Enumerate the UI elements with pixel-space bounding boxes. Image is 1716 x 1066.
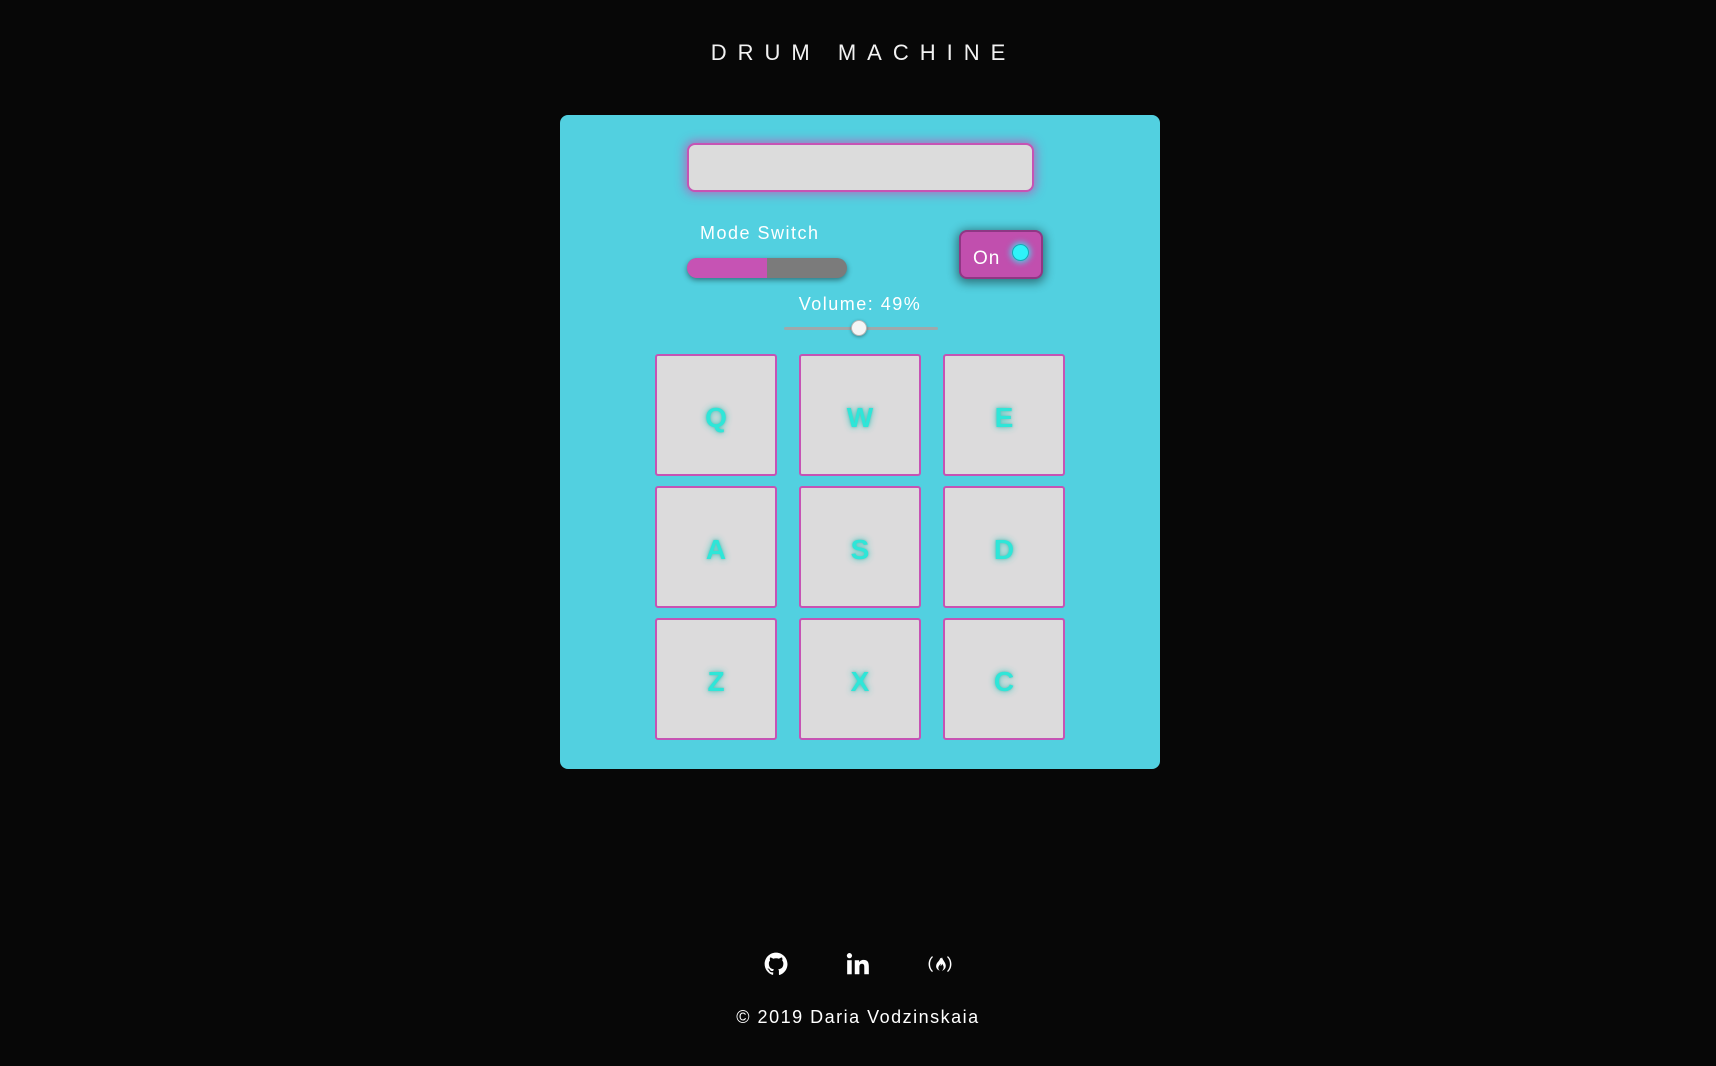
drum-pad-key: D <box>993 534 1015 565</box>
mode-switch-label: Mode Switch <box>700 223 820 243</box>
drum-pad-c[interactable]: C <box>943 618 1065 740</box>
power-label: On <box>973 248 1001 269</box>
github-icon <box>764 952 788 975</box>
drum-pad-key: A <box>705 534 727 565</box>
page: DRUM MACHINE Mode Switch On Volume: 49% … <box>0 0 1716 1066</box>
drum-pad-x[interactable]: X <box>799 618 921 740</box>
power-led-icon <box>1012 244 1029 261</box>
drum-pad-key: C <box>993 666 1015 697</box>
drum-pad-d[interactable]: D <box>943 486 1065 608</box>
app-title: DRUM MACHINE <box>710 40 1017 65</box>
drum-machine-panel: Mode Switch On Volume: 49% Q W E A S D Z… <box>560 115 1160 769</box>
power-button[interactable]: On <box>959 230 1043 279</box>
linkedin-link[interactable] <box>844 950 872 978</box>
volume-thumb[interactable] <box>851 320 868 336</box>
drum-pad-key: W <box>846 402 874 433</box>
drum-pad-z[interactable]: Z <box>655 618 777 740</box>
social-links <box>0 950 1716 978</box>
mode-switch-fill <box>687 258 767 278</box>
drum-pad-key: Z <box>707 666 725 697</box>
github-link[interactable] <box>762 950 790 978</box>
copyright: © 2019 Daria Vodzinskaia <box>736 1007 980 1027</box>
freecodecamp-link[interactable] <box>926 950 954 978</box>
drum-pad-key: E <box>994 402 1014 433</box>
drum-pad-key: X <box>850 666 870 697</box>
drum-pad-q[interactable]: Q <box>655 354 777 476</box>
volume-slider[interactable] <box>784 318 938 338</box>
freecodecamp-icon <box>928 956 952 972</box>
volume-label: Volume: 49% <box>798 294 922 314</box>
drum-pad-key: Q <box>705 402 727 433</box>
drum-pad-key: S <box>850 534 870 565</box>
drum-pad-a[interactable]: A <box>655 486 777 608</box>
sound-display <box>687 143 1034 192</box>
drum-pad-e[interactable]: E <box>943 354 1065 476</box>
drum-pad-grid: Q W E A S D Z X C <box>655 354 1065 740</box>
mode-switch[interactable] <box>687 258 847 278</box>
drum-pad-w[interactable]: W <box>799 354 921 476</box>
linkedin-icon <box>846 953 869 975</box>
drum-pad-s[interactable]: S <box>799 486 921 608</box>
